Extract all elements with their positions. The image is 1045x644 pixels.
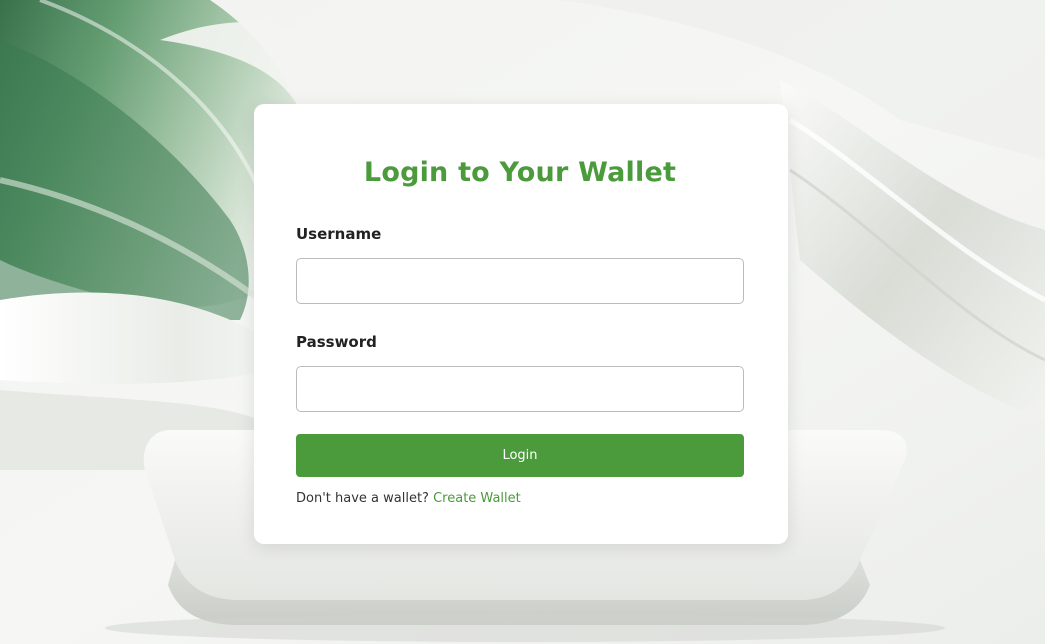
username-label: Username — [296, 225, 382, 243]
login-card: Login to Your Wallet Username Password L… — [254, 104, 788, 544]
password-label: Password — [296, 333, 377, 351]
login-button[interactable]: Login — [296, 434, 744, 477]
create-wallet-link[interactable]: Create Wallet — [433, 491, 521, 506]
signup-prompt: Don't have a wallet? Create Wallet — [296, 491, 744, 506]
signup-prompt-text: Don't have a wallet? — [296, 491, 429, 506]
username-input[interactable] — [296, 258, 744, 304]
password-input[interactable] — [296, 366, 744, 412]
login-title: Login to Your Wallet — [363, 157, 677, 188]
